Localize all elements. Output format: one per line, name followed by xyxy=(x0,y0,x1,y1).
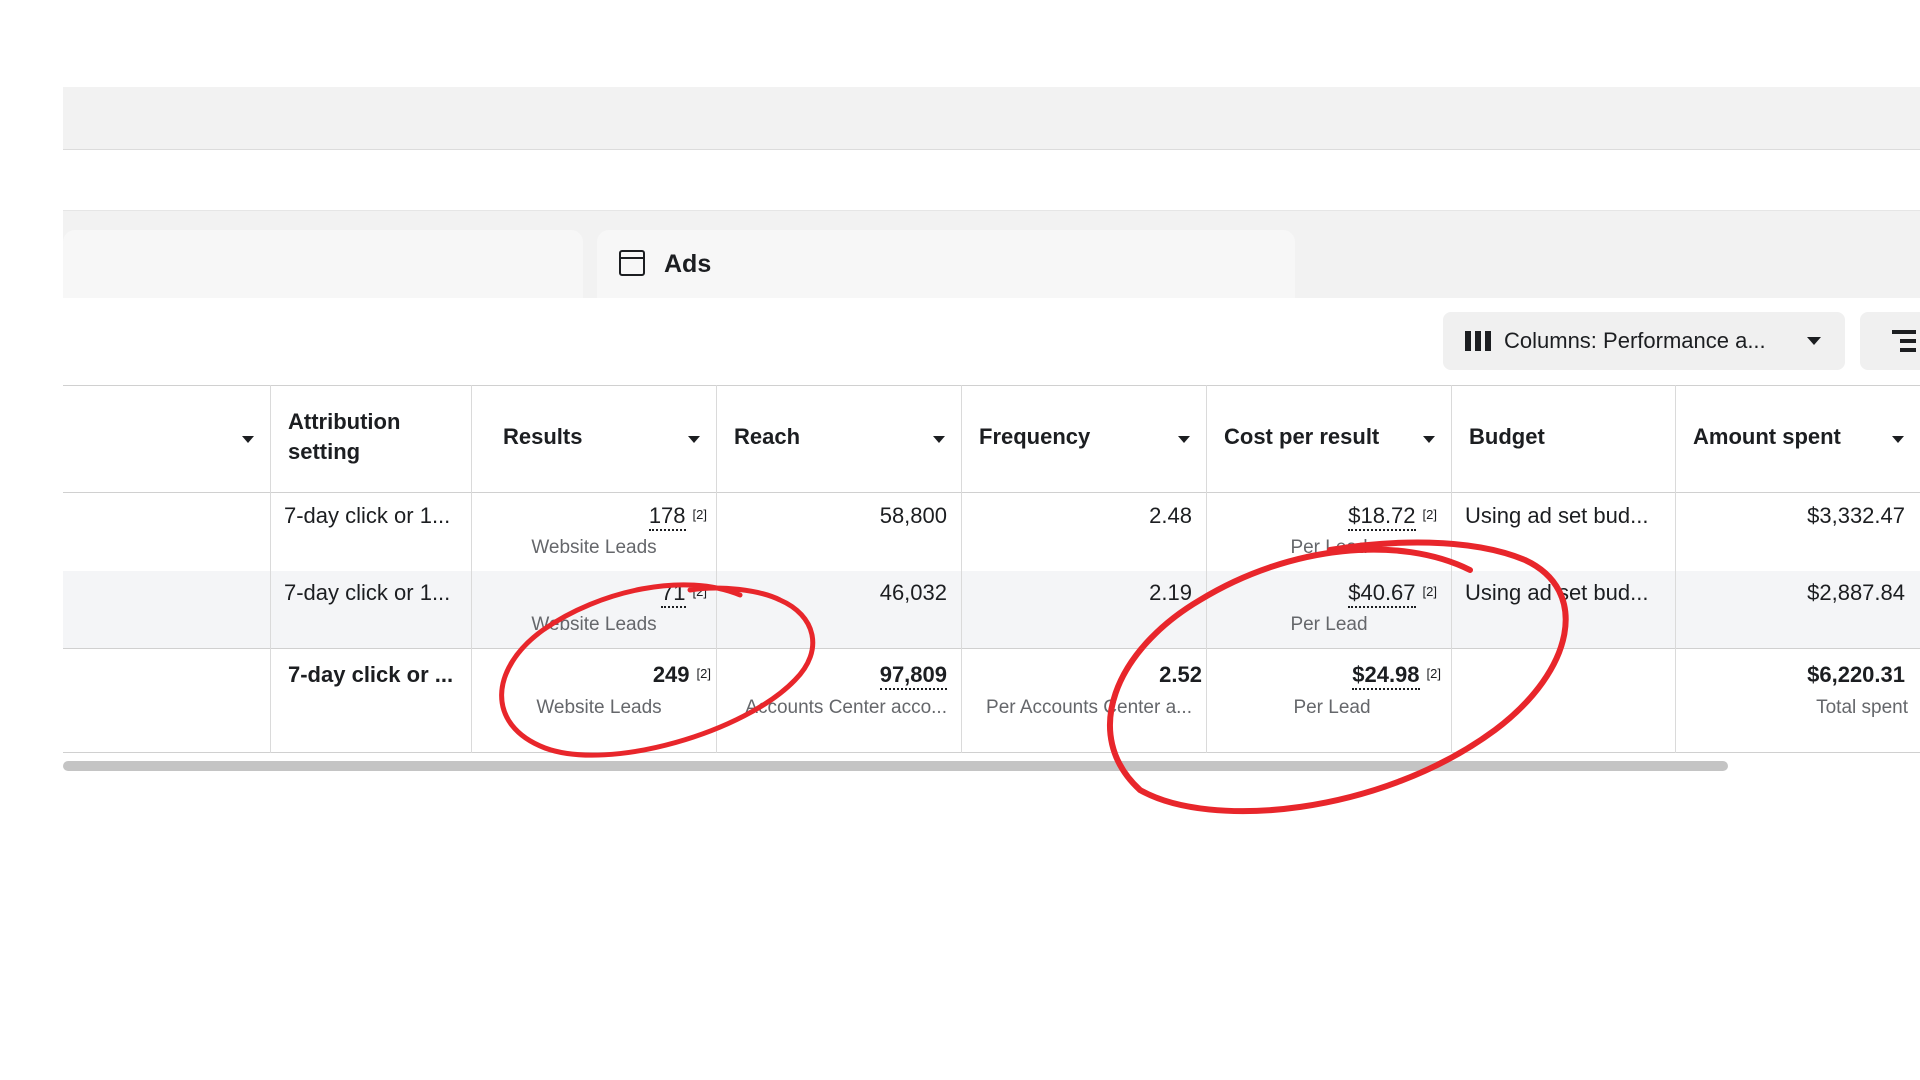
footnote-marker: [2] xyxy=(1426,666,1441,681)
total-frequency: 2.52 xyxy=(1159,662,1202,687)
header-amount-spent[interactable]: Amount spent xyxy=(1693,422,1841,452)
cost-subtitle: Per Lead xyxy=(1290,614,1368,635)
columns-button[interactable]: Columns: Performance a... xyxy=(1443,312,1845,370)
chevron-down-icon xyxy=(1807,337,1821,345)
footnote-marker: [2] xyxy=(696,666,711,681)
header-reach[interactable]: Reach xyxy=(734,422,800,452)
total-cost-subtitle: Per Lead xyxy=(1293,697,1371,718)
footnote-marker: [2] xyxy=(1422,507,1437,522)
total-results-subtitle: Website Leads xyxy=(536,697,662,718)
cell-attribution: 7-day click or 1... xyxy=(284,580,451,605)
breakdown-button[interactable] xyxy=(1860,312,1920,370)
breakdown-icon xyxy=(1900,339,1916,343)
sort-caret-icon[interactable] xyxy=(1423,436,1435,443)
cell-attribution: 7-day click or 1... xyxy=(284,503,451,528)
cost-subtitle: Per Lead xyxy=(1290,537,1368,558)
scrollbar-thumb[interactable] xyxy=(63,761,1728,771)
ad-icon xyxy=(619,250,645,276)
results-value[interactable]: 71 xyxy=(661,580,686,608)
cost-value[interactable]: $18.72 xyxy=(1348,503,1416,531)
results-subtitle: Website Leads xyxy=(531,614,657,635)
cell-reach: 58,800 xyxy=(879,503,947,528)
results-subtitle: Website Leads xyxy=(531,537,657,558)
footnote-marker: [2] xyxy=(692,507,707,522)
header-attribution-setting[interactable]: Attribution setting xyxy=(288,407,438,467)
total-cost-per-result[interactable]: $24.98 [2] xyxy=(1352,662,1441,690)
cell-amount-spent: $3,332.47 xyxy=(1807,503,1905,528)
cell-cost-per-result[interactable]: $40.67 [2] xyxy=(1348,580,1437,608)
header-results[interactable]: Results xyxy=(503,422,582,452)
total-reach[interactable]: 97,809 xyxy=(879,662,947,690)
sort-caret-icon[interactable] xyxy=(1892,436,1904,443)
sort-caret-icon[interactable] xyxy=(933,436,945,443)
columns-button-label: Columns: Performance a... xyxy=(1504,328,1766,353)
total-results: 249 [2] xyxy=(653,662,711,688)
breakdown-icon xyxy=(1900,348,1916,352)
cell-frequency: 2.48 xyxy=(1149,503,1192,528)
cell-results[interactable]: 178 [2] xyxy=(648,503,707,531)
tab-ads[interactable]: Ads xyxy=(597,230,1295,298)
sort-caret-icon[interactable] xyxy=(688,436,700,443)
footnote-marker: [2] xyxy=(692,584,707,599)
total-reach-value[interactable]: 97,809 xyxy=(879,662,947,690)
horizontal-scrollbar[interactable] xyxy=(63,761,1920,771)
breakdown-icon xyxy=(1892,330,1916,334)
tab-ads-label: Ads xyxy=(664,250,712,278)
total-frequency-subtitle: Per Accounts Center a... xyxy=(986,697,1192,718)
total-attribution: 7-day click or ... xyxy=(288,662,454,687)
total-reach-subtitle: Accounts Center acco... xyxy=(745,697,947,718)
header-frequency[interactable]: Frequency xyxy=(979,422,1090,452)
tab-ad-sets[interactable] xyxy=(63,230,583,298)
sort-caret-icon[interactable] xyxy=(242,436,254,443)
results-value[interactable]: 178 xyxy=(648,503,686,531)
cell-budget: Using ad set bud... xyxy=(1465,580,1649,605)
cell-budget: Using ad set bud... xyxy=(1465,503,1649,528)
cell-frequency: 2.19 xyxy=(1149,580,1192,605)
ads-table: Attribution setting Results Reach Freque… xyxy=(63,385,1920,753)
top-bar xyxy=(63,87,1920,150)
columns-icon xyxy=(1465,331,1491,351)
cell-cost-per-result[interactable]: $18.72 [2] xyxy=(1348,503,1437,531)
total-amount-spent: $6,220.31 xyxy=(1807,662,1905,687)
footnote-marker: [2] xyxy=(1422,584,1437,599)
sort-caret-icon[interactable] xyxy=(1178,436,1190,443)
cell-amount-spent: $2,887.84 xyxy=(1807,580,1905,605)
total-spent-subtitle: Total spent xyxy=(1816,697,1908,718)
cell-reach: 46,032 xyxy=(879,580,947,605)
total-results-value: 249 xyxy=(652,662,690,687)
header-cost-per-result[interactable]: Cost per result xyxy=(1224,422,1379,452)
header-budget[interactable]: Budget xyxy=(1469,422,1545,452)
cell-results[interactable]: 71 [2] xyxy=(661,580,707,608)
total-cost-value[interactable]: $24.98 xyxy=(1352,662,1420,690)
cost-value[interactable]: $40.67 xyxy=(1348,580,1416,608)
